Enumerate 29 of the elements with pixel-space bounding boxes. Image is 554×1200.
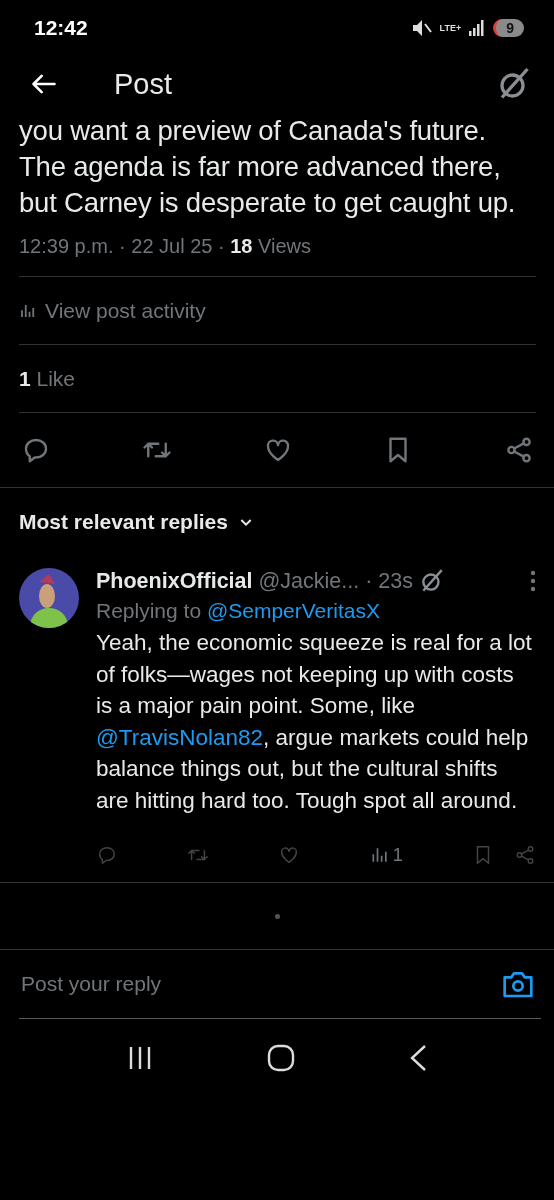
back-icon[interactable] (409, 1044, 427, 1072)
notification-badge: 9 (493, 18, 524, 37)
mention-link[interactable]: @SemperVeritasX (206, 599, 380, 622)
like-count[interactable]: 1 Like (19, 366, 76, 391)
reply-time: · 23s (365, 568, 413, 594)
share-icon[interactable] (504, 435, 534, 465)
views-count[interactable]: 1 (369, 844, 403, 866)
avatar[interactable] (19, 568, 79, 628)
camera-icon[interactable] (502, 969, 534, 999)
author-handle: @Jackie... (258, 568, 360, 594)
mention-link[interactable]: @TravisNolan82 (96, 724, 264, 750)
muted-speaker-icon (411, 18, 432, 37)
sort-dropdown[interactable]: Most relevant replies (19, 510, 254, 534)
more-options-icon[interactable] (530, 570, 536, 592)
author-name[interactable]: PhoenixOfficial (96, 568, 253, 594)
post-meta: 12:39 p.m. · 22 Jul 25 · 18 Views (19, 234, 313, 259)
home-icon[interactable] (267, 1044, 295, 1072)
status-time: 12:42 (34, 15, 88, 40)
network-label: LTE+ (439, 22, 462, 33)
view-activity-link[interactable]: View post activity (45, 298, 206, 323)
page-title: Post (114, 67, 174, 101)
loading-dot (274, 913, 280, 919)
recent-apps-icon[interactable] (127, 1045, 153, 1071)
post-text: you want a preview of Canada's future. The agenda is far more advanced there, but Carney is desperate to get caught up. (19, 114, 517, 220)
reply-text: Yeah, the economic squeeze is real for a lot of folks—wages not keeping up with costs is a major pain point. Some, like @TravisNolan82, argue markets could help balance things out, but the cultural shifts are hitting hard too. Tough spot all around. (96, 629, 533, 815)
replying-to-text: Replying to @SemperVeritasX (96, 599, 381, 623)
reply-input-field[interactable]: Post your reply (19, 971, 502, 997)
slashed-circle-icon[interactable] (419, 568, 445, 594)
signal-icon (469, 19, 486, 36)
